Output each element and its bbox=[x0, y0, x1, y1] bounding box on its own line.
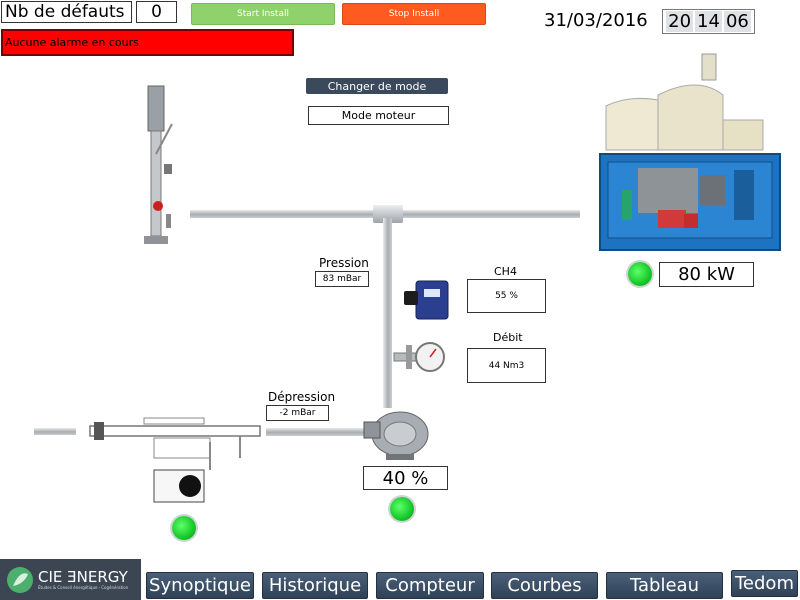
defects-count-value: 0 bbox=[151, 2, 162, 22]
nav-tableau[interactable]: Tableau bbox=[606, 572, 723, 599]
start-install-button[interactable]: Start Install bbox=[191, 3, 335, 25]
pressure-value: 83 mBar bbox=[322, 274, 362, 284]
depression-value: -2 mBar bbox=[279, 408, 316, 418]
skid-status-led bbox=[172, 516, 196, 540]
blower-image bbox=[363, 411, 429, 460]
clock-display: 20 14 06 bbox=[662, 9, 755, 34]
current-mode-display: Mode moteur bbox=[308, 106, 449, 125]
logo-tagline: Études & Conseil énergétique · Cogénérat… bbox=[38, 584, 129, 590]
flow-label: Débit bbox=[493, 331, 523, 344]
defects-label-text: Nb de défauts bbox=[5, 2, 125, 22]
flow-value: 44 Nm3 bbox=[488, 360, 525, 371]
company-logo: CIE ƎNERGY Études & Conseil énergétique … bbox=[0, 559, 141, 600]
stop-install-button[interactable]: Stop Install bbox=[342, 3, 486, 25]
pressure-display: 83 mBar bbox=[315, 271, 369, 287]
nav-courbes[interactable]: Courbes bbox=[491, 572, 598, 599]
clock-minutes: 14 bbox=[695, 11, 722, 32]
blower-speed-value: 40 % bbox=[382, 467, 429, 489]
alarm-text: Aucune alarme en cours bbox=[5, 36, 139, 49]
ch4-label: CH4 bbox=[494, 265, 517, 278]
leaf-logo-icon bbox=[7, 566, 33, 593]
flow-meter-image bbox=[393, 342, 445, 372]
engine-power-value: 80 kW bbox=[678, 264, 735, 285]
depression-label: Dépression bbox=[268, 390, 336, 404]
flow-display: 44 Nm3 bbox=[467, 348, 546, 383]
vertical-pipe bbox=[383, 218, 392, 408]
clock-seconds: 06 bbox=[723, 11, 751, 32]
blower-speed-display: 40 % bbox=[363, 466, 448, 490]
pressure-label: Pression bbox=[319, 256, 369, 270]
current-mode-text: Mode moteur bbox=[341, 109, 416, 122]
nav-synoptique[interactable]: Synoptique bbox=[146, 572, 254, 599]
suction-pipe bbox=[266, 428, 366, 436]
ch4-display: 55 % bbox=[467, 279, 546, 313]
alarm-banner: Aucune alarme en cours bbox=[1, 29, 294, 56]
nav-historique[interactable]: Historique bbox=[262, 572, 368, 599]
change-mode-button[interactable]: Changer de mode bbox=[306, 78, 448, 94]
gas-treatment-skid-image bbox=[89, 417, 261, 503]
flare-stack-image bbox=[144, 85, 173, 244]
depression-display: -2 mBar bbox=[266, 405, 329, 421]
engine-status-led bbox=[628, 262, 652, 286]
logo-brand: CIE ƎNERGY bbox=[38, 567, 128, 586]
cogeneration-engine-image bbox=[599, 53, 781, 251]
inlet-pipe-left bbox=[34, 428, 76, 435]
nav-compteur[interactable]: Compteur bbox=[376, 572, 484, 599]
clock-hours: 20 bbox=[666, 11, 694, 32]
nav-tedom[interactable]: Tedom bbox=[731, 570, 798, 597]
engine-power-display: 80 kW bbox=[659, 262, 754, 287]
ch4-analyser-image bbox=[404, 280, 449, 320]
ch4-value: 55 % bbox=[495, 291, 518, 301]
logo-text-block: CIE ƎNERGY Études & Conseil énergétique … bbox=[38, 569, 128, 591]
defects-count: 0 bbox=[136, 1, 177, 23]
date-display: 31/03/2016 bbox=[544, 10, 648, 31]
defects-label: Nb de défauts bbox=[1, 1, 132, 23]
blower-status-led bbox=[390, 497, 414, 521]
